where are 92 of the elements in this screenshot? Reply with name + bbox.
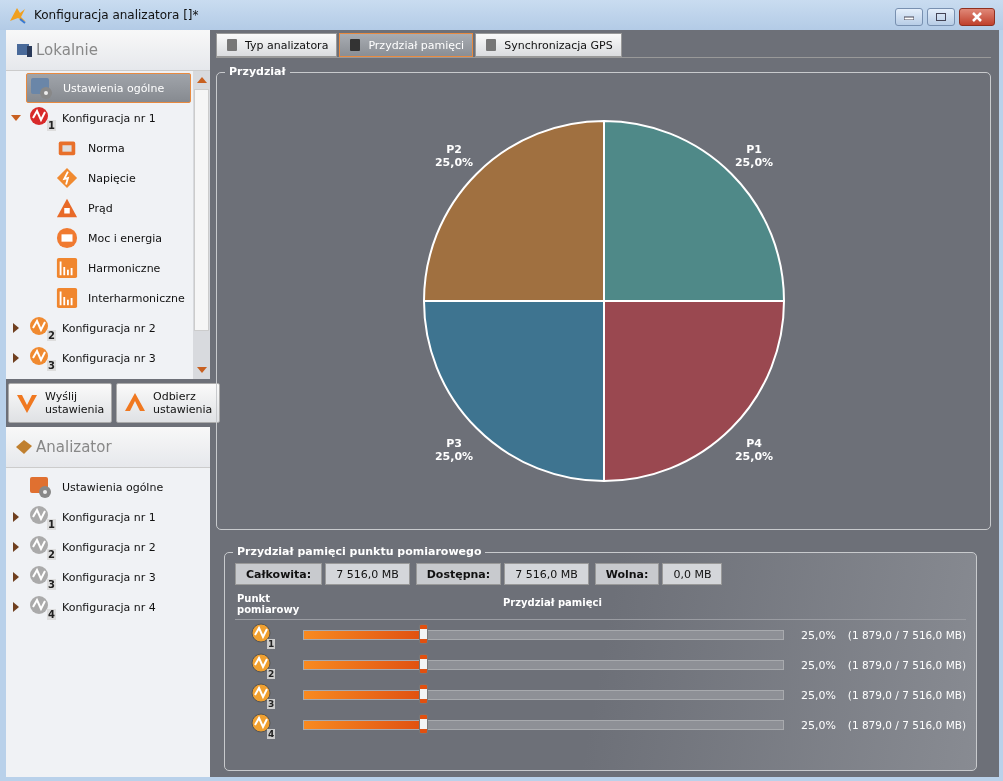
badge-number: 1: [47, 120, 56, 131]
document-icon: [348, 38, 363, 52]
slice-label: P3 25,0%: [434, 437, 473, 463]
badge-number: 4: [47, 609, 56, 620]
battery-icon: [56, 227, 78, 249]
summary-label: Całkowita:: [235, 563, 323, 585]
tree-item[interactable]: Prąd: [6, 193, 191, 223]
tree-item[interactable]: 2 Konfiguracja nr 2: [6, 532, 208, 562]
badge-number: 1: [267, 639, 276, 649]
badge-number: 2: [47, 549, 56, 560]
tree-item[interactable]: Interharmoniczne: [6, 283, 191, 313]
maximize-icon: [936, 13, 946, 21]
tab[interactable]: Synchronizacja GPS: [475, 33, 622, 57]
send-button[interactable]: Wyślij ustawienia: [8, 383, 112, 423]
percent-text: 25,0%: [800, 718, 836, 732]
group-title: Przydział: [225, 65, 290, 78]
tree-item[interactable]: Harmoniczne: [6, 253, 191, 283]
document-icon: [484, 38, 499, 52]
size-text: (1 879,0 / 7 516,0 MB): [846, 689, 966, 701]
document-icon: [225, 38, 239, 52]
expander-icon[interactable]: [11, 113, 21, 123]
close-button[interactable]: [959, 8, 995, 26]
size-text: (1 879,0 / 7 516,0 MB): [846, 629, 966, 641]
tab[interactable]: Typ analizatora: [216, 33, 338, 57]
scrollbar-thumb[interactable]: [194, 89, 209, 331]
badge-number: 3: [267, 699, 276, 709]
summary-value: 7 516,0 MB: [504, 563, 589, 585]
waveform-icon: [251, 713, 273, 735]
slider-thumb[interactable]: [419, 684, 429, 704]
tree-item[interactable]: 1 Konfiguracja nr 1: [6, 103, 191, 133]
scroll-up-icon[interactable]: [196, 77, 207, 83]
section-title: Analizator: [36, 438, 112, 456]
column-header: Punkt pomiarowy: [237, 593, 301, 615]
summary-value: 0,0 MB: [662, 563, 723, 585]
expander-icon[interactable]: [11, 353, 21, 363]
slider-thumb[interactable]: [419, 654, 429, 674]
waveform-icon: [251, 623, 273, 645]
section-title: Lokalnie: [36, 41, 98, 59]
expander-icon[interactable]: [11, 323, 21, 333]
expander-icon[interactable]: [11, 572, 21, 582]
summary-label: Wolna:: [594, 563, 660, 585]
expander-icon[interactable]: [11, 512, 21, 522]
settings-icon: [29, 475, 53, 499]
minimize-icon: [904, 14, 914, 20]
expander-icon[interactable]: [11, 602, 21, 612]
badge-number: 2: [267, 669, 276, 679]
size-text: (1 879,0 / 7 516,0 MB): [846, 719, 966, 731]
badge-number: 1: [47, 519, 56, 530]
percent-text: 25,0%: [800, 688, 836, 702]
tree-item[interactable]: Ustawienia ogólne: [6, 472, 208, 502]
settings-icon: [30, 76, 54, 100]
badge-number: 3: [47, 579, 56, 590]
badge-number: 4: [267, 729, 276, 739]
window-title: Konfiguracja analizatora []*: [34, 8, 200, 22]
percent-text: 25,0%: [800, 658, 836, 672]
column-header: Przydział pamięci: [503, 597, 602, 610]
device-icon: [14, 437, 34, 457]
waveform-icon: [251, 653, 273, 675]
slice-label: P4 25,0%: [734, 437, 773, 463]
tree-item[interactable]: Norma: [6, 133, 191, 163]
memory-slider[interactable]: [303, 624, 784, 646]
tree-item[interactable]: 3 Konfiguracja nr 3: [6, 562, 208, 592]
group-title: Przydział pamięci punktu pomiarowego: [233, 545, 486, 558]
bar-chart-icon: [56, 257, 78, 279]
summary-value: 7 516,0 MB: [325, 563, 410, 585]
bar-chart-icon: [56, 287, 78, 309]
tree-item[interactable]: Moc i energia: [6, 223, 191, 253]
lightning-icon: [56, 167, 78, 189]
memory-slider[interactable]: [303, 714, 784, 736]
close-icon: [972, 12, 982, 22]
size-text: (1 879,0 / 7 516,0 MB): [846, 659, 966, 671]
tree-item[interactable]: 2 Konfiguracja nr 2: [6, 313, 191, 343]
memory-slider[interactable]: [303, 654, 784, 676]
expander-icon[interactable]: [11, 542, 21, 552]
maximize-button[interactable]: [927, 8, 955, 26]
tree-item[interactable]: 1 Konfiguracja nr 1: [6, 502, 208, 532]
warning-icon: [56, 197, 78, 219]
summary-label: Dostępna:: [415, 563, 502, 585]
tree-item[interactable]: 3 Konfiguracja nr 3: [6, 343, 191, 373]
receive-button[interactable]: Odbierz ustawienia: [116, 383, 220, 423]
scroll-down-icon[interactable]: [196, 367, 207, 373]
tree-item[interactable]: 4 Konfiguracja nr 4: [6, 592, 208, 622]
waveform-icon: [251, 683, 273, 705]
slice-label: P1 25,0%: [734, 143, 773, 169]
slice-label: P2 25,0%: [434, 143, 473, 169]
percent-text: 25,0%: [800, 628, 836, 642]
badge-number: 2: [47, 330, 56, 341]
badge-number: 3: [47, 360, 56, 371]
memory-slider[interactable]: [303, 684, 784, 706]
slider-thumb[interactable]: [419, 624, 429, 644]
slider-thumb[interactable]: [419, 714, 429, 734]
tree-item[interactable]: Napięcie: [6, 163, 191, 193]
